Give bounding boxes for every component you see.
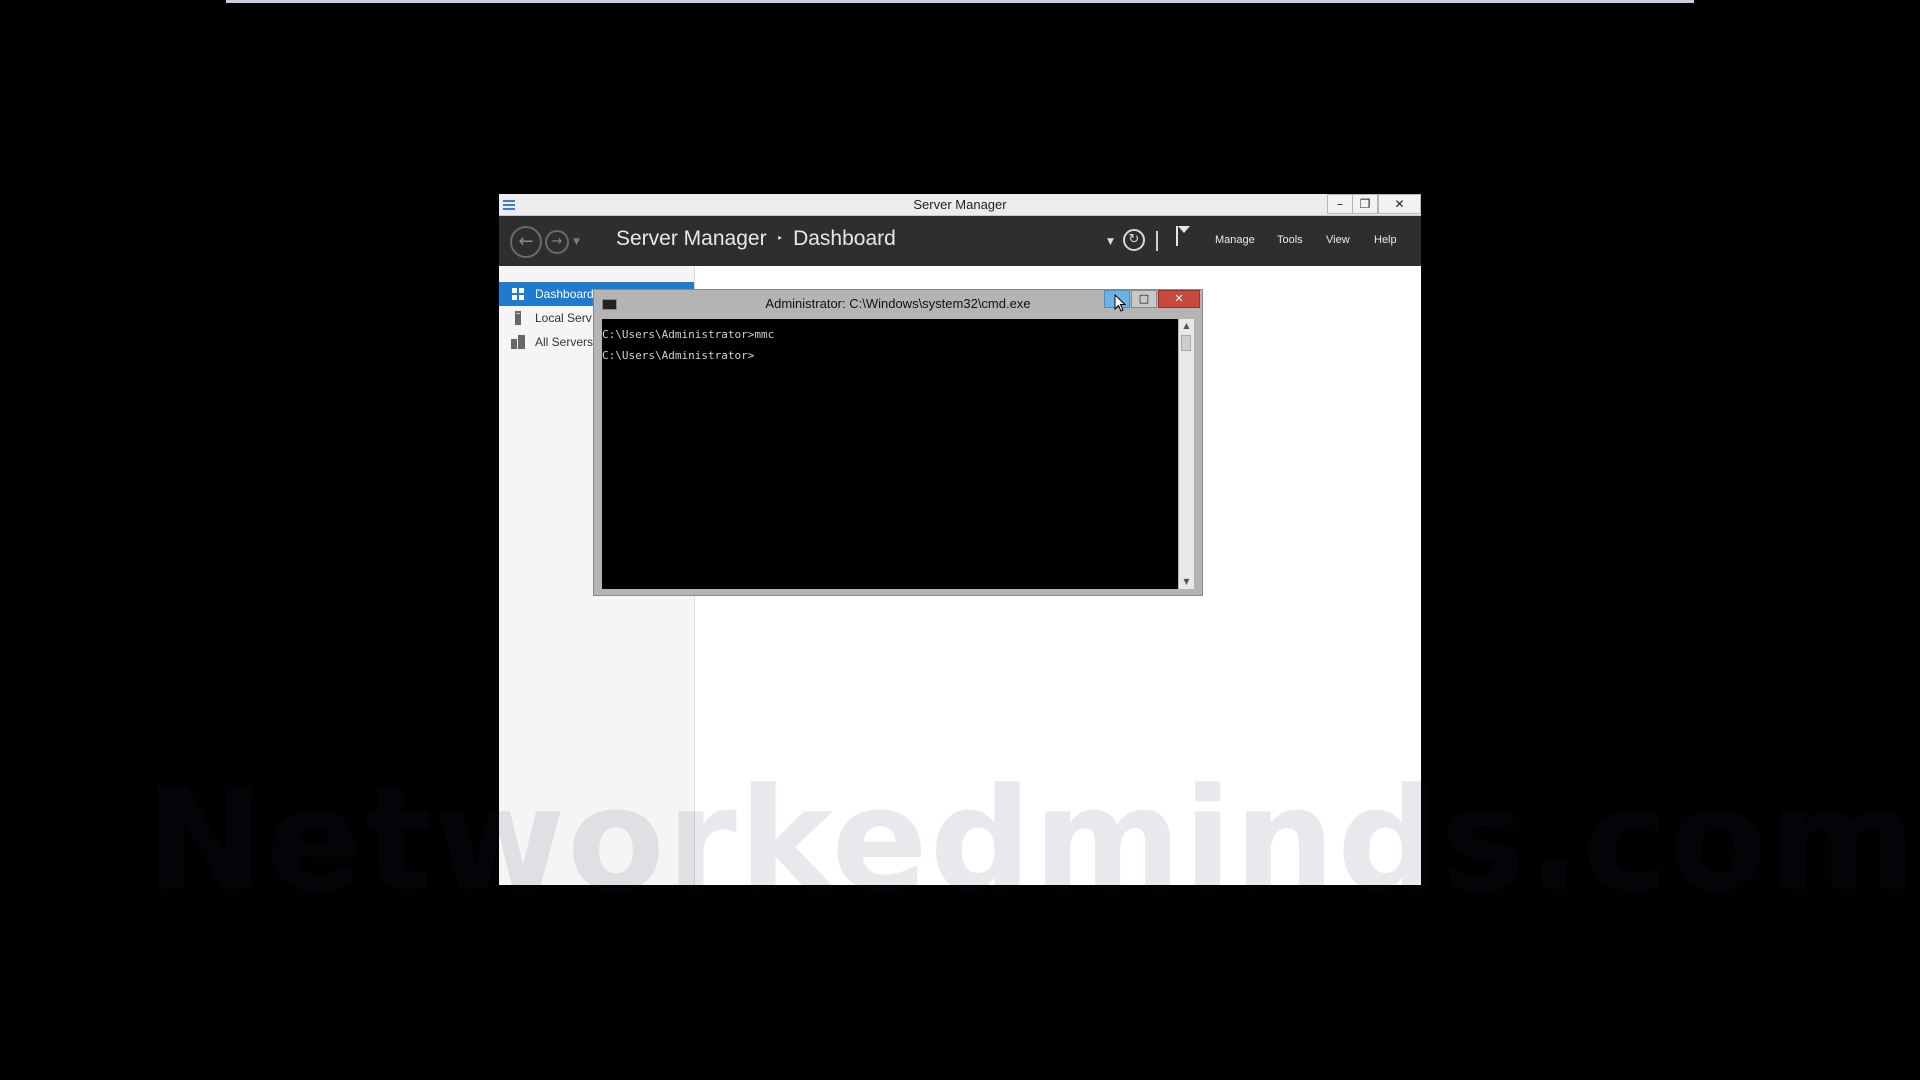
history-dropdown-icon[interactable]: ▼	[573, 237, 580, 247]
sidebar-item-label: Local Serv	[535, 311, 592, 325]
breadcrumb-separator-icon: ‣	[776, 233, 784, 245]
servers-icon	[511, 335, 525, 349]
breadcrumb-current: Dashboard	[793, 227, 896, 250]
cmd-close-button[interactable]: ✕	[1158, 290, 1200, 308]
close-button[interactable]: ✕	[1378, 194, 1421, 214]
cmd-titlebar[interactable]: Administrator: C:\Windows\system32\cmd.e…	[594, 290, 1202, 318]
breadcrumb-root[interactable]: Server Manager	[616, 227, 767, 250]
menu-tools[interactable]: Tools	[1277, 234, 1303, 246]
cmd-window: Administrator: C:\Windows\system32\cmd.e…	[593, 289, 1203, 596]
scroll-thumb[interactable]	[1181, 335, 1191, 351]
menu-help[interactable]: Help	[1374, 234, 1397, 246]
console-line: C:\Users\Administrator>	[602, 349, 755, 362]
screen-top-bar	[226, 0, 1694, 3]
menu-manage[interactable]: Manage	[1215, 234, 1255, 246]
notifications-flag-icon[interactable]	[1174, 224, 1192, 248]
cmd-console[interactable]: C:\Users\Administrator>mmc C:\Users\Admi…	[602, 319, 1178, 589]
scroll-up-icon[interactable]: ▲	[1179, 319, 1194, 333]
toolbar-divider	[1156, 231, 1158, 251]
scroll-down-icon[interactable]: ▼	[1179, 575, 1194, 589]
refresh-dropdown-icon[interactable]: ▼	[1107, 237, 1114, 247]
dashboard-icon	[512, 288, 524, 300]
minimize-button[interactable]: –	[1327, 194, 1353, 214]
server-icon	[515, 311, 521, 325]
menu-view[interactable]: View	[1326, 234, 1350, 246]
server-manager-toolbar: ← → ▼ Server Manager ‣ Dashboard ▼ ↻ Manag…	[499, 216, 1421, 266]
mouse-cursor-icon	[1114, 294, 1126, 312]
cmd-maximize-button[interactable]: □	[1131, 290, 1157, 308]
breadcrumb: Server Manager ‣ Dashboard	[616, 227, 896, 251]
console-line: C:\Users\Administrator>mmc	[602, 328, 775, 341]
window-title: Server Manager	[913, 197, 1007, 212]
forward-arrow-icon[interactable]: →	[545, 230, 569, 254]
server-manager-titlebar[interactable]: Server Manager – ❐ ✕	[499, 194, 1421, 216]
cmd-scrollbar[interactable]: ▲ ▼	[1179, 319, 1194, 589]
sidebar-item-label: All Servers	[535, 335, 594, 349]
restore-button[interactable]: ❐	[1352, 194, 1378, 214]
refresh-icon[interactable]: ↻	[1123, 229, 1145, 251]
back-arrow-icon[interactable]: ←	[510, 226, 542, 258]
sidebar-item-label: Dashboard	[535, 287, 594, 301]
